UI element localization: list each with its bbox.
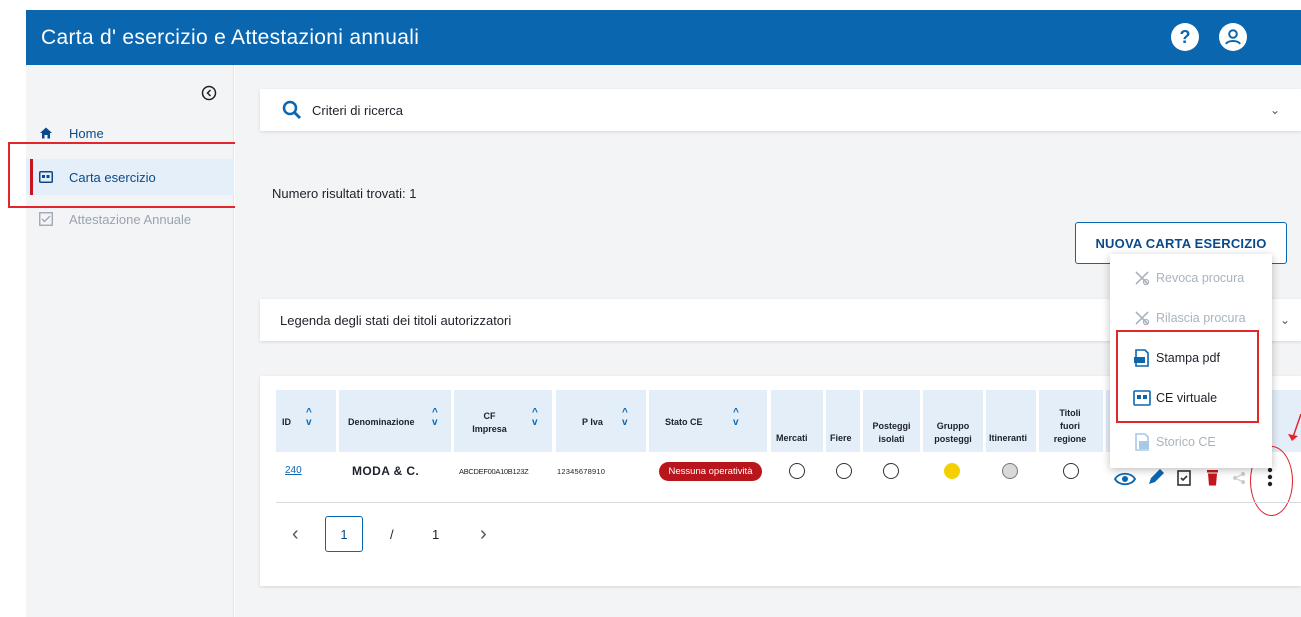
menu-item-storico-ce: Storico CE <box>1110 427 1272 457</box>
sidebar: Home Carta esercizio Attestazione Annual… <box>26 65 234 617</box>
app-header: Carta d' esercizio e Attestazioni annual… <box>26 10 1301 65</box>
status-circle-mercati <box>789 463 805 479</box>
search-criteria-label: Criteri di ricerca <box>312 103 404 118</box>
history-icon <box>1135 433 1149 451</box>
column-header-cf-impresa[interactable]: CF Impresa ^ v <box>454 390 552 452</box>
row-actions-menu: Revoca procura Rilascia procura Stampa p… <box>1110 254 1272 468</box>
row-p-iva: 12345678910 <box>557 467 606 476</box>
column-header-titoli-fuori-regione: Titoli fuori regione <box>1039 390 1103 452</box>
column-header-posteggi-isolati: Posteggi isolati <box>863 390 920 452</box>
column-header-id[interactable]: ID ^ v <box>276 390 336 452</box>
sidebar-item-label: Attestazione Annuale <box>69 211 192 227</box>
search-icon <box>282 100 301 119</box>
collapse-sidebar-icon[interactable] <box>201 85 217 101</box>
column-header-gruppo-posteggi: Gruppo posteggi <box>923 390 983 452</box>
menu-item-ce-virtuale[interactable]: CE virtuale <box>1110 383 1272 413</box>
help-icon[interactable]: ? <box>1171 23 1199 51</box>
status-circle-fiere <box>836 463 852 479</box>
column-header-itineranti: Itineranti <box>986 390 1036 452</box>
share-icon[interactable] <box>1232 471 1246 485</box>
sidebar-item-label: Carta esercizio <box>69 169 156 185</box>
status-circle-posteggi-isolati <box>883 463 899 479</box>
column-header-fiere: Fiere <box>826 390 860 452</box>
pdf-icon <box>1134 349 1149 367</box>
chevron-down-icon[interactable]: ⌄ <box>1270 103 1280 117</box>
status-circle-itineranti <box>1002 463 1018 479</box>
row-divider <box>276 502 1301 503</box>
edit-icon[interactable] <box>1147 468 1165 486</box>
sort-icon[interactable]: ^ v <box>622 408 628 428</box>
results-count: Numero risultati trovati: 1 <box>272 186 417 201</box>
pagination-prev[interactable]: ‹ <box>292 516 299 552</box>
status-circle-gruppo-posteggi <box>944 463 960 479</box>
home-icon <box>40 127 52 139</box>
sort-icon[interactable]: ^ v <box>306 408 312 428</box>
revoke-proxy-icon <box>1135 271 1150 286</box>
column-header-mercati: Mercati <box>771 390 823 452</box>
pagination-next[interactable]: › <box>480 516 487 552</box>
column-header-stato-ce[interactable]: Stato CE ^ v <box>649 390 767 452</box>
pagination-current-input[interactable]: 1 <box>325 516 363 552</box>
sort-icon[interactable]: ^ v <box>733 408 739 428</box>
sidebar-item-carta-esercizio[interactable]: Carta esercizio <box>26 159 234 195</box>
view-icon[interactable] <box>1114 472 1136 486</box>
pagination-total: 1 <box>432 526 440 542</box>
sidebar-item-label: Home <box>69 125 104 141</box>
id-card-icon <box>39 171 53 183</box>
sidebar-item-home[interactable]: Home <box>26 121 234 145</box>
menu-item-rilascia-procura: Rilascia procura <box>1110 303 1272 333</box>
column-header-denominazione[interactable]: Denominazione ^ v <box>339 390 451 452</box>
search-criteria-panel[interactable]: Criteri di ricerca ⌄ <box>260 89 1301 131</box>
chevron-down-icon[interactable]: ⌄ <box>1280 313 1290 327</box>
app-title: Carta d' esercizio e Attestazioni annual… <box>41 25 420 49</box>
sidebar-item-attestazione-annuale[interactable]: Attestazione Annuale <box>26 207 234 231</box>
menu-item-revoca-procura: Revoca procura <box>1110 263 1272 293</box>
sort-icon[interactable]: ^ v <box>532 408 538 428</box>
sort-icon[interactable]: ^ v <box>432 408 438 428</box>
column-header-p-iva[interactable]: P Iva ^ v <box>556 390 646 452</box>
release-proxy-icon <box>1135 311 1150 326</box>
top-cropped-text <box>0 0 1301 10</box>
document-check-icon[interactable] <box>1177 470 1191 486</box>
status-badge: Nessuna operatività <box>659 462 762 481</box>
user-icon[interactable] <box>1219 23 1247 51</box>
virtual-card-icon <box>1133 390 1151 406</box>
row-id-link[interactable]: 240 <box>285 465 302 476</box>
status-circle-titoli-fuori-regione <box>1063 463 1079 479</box>
legend-label: Legenda degli stati dei titoli autorizza… <box>280 313 512 328</box>
delete-icon[interactable] <box>1206 469 1219 486</box>
checklist-icon <box>39 212 53 226</box>
menu-item-stampa-pdf[interactable]: Stampa pdf <box>1110 343 1272 373</box>
row-cf-impresa: ABCDEF00A10B123Z <box>459 467 529 476</box>
annotation-arrow <box>1288 414 1301 441</box>
row-denominazione: MODA & C. <box>352 464 420 478</box>
pagination-separator: / <box>390 526 394 542</box>
